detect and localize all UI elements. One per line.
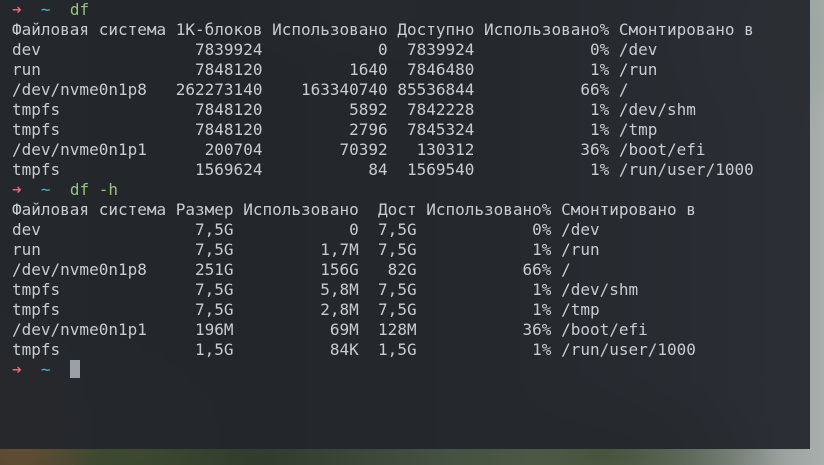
output-row: tmpfs 1,5G 84K 1,5G 1% /run/user/1000 (12, 340, 696, 359)
output-header: Файловая система 1К-блоков Использовано … (12, 20, 754, 39)
prompt-cwd: ~ (40, 360, 51, 379)
output-row: tmpfs 7,5G 2,8M 7,5G 1% /tmp (12, 300, 600, 319)
command-text: df (69, 0, 90, 19)
prompt-cwd: ~ (40, 180, 51, 199)
output-row: /dev/nvme0n1p8 262273140 163340740 85536… (12, 80, 629, 99)
prompt-arrow-icon: ➜ (12, 360, 22, 379)
output-row: /dev/nvme0n1p1 200704 70392 130312 36% /… (12, 140, 706, 159)
prompt-cwd: ~ (40, 0, 51, 19)
output-row: tmpfs 7848120 2796 7845324 1% /tmp (12, 120, 658, 139)
prompt-arrow-icon: ➜ (12, 0, 22, 19)
output-row: run 7848120 1640 7846480 1% /run (12, 60, 658, 79)
output-row: dev 7839924 0 7839924 0% /dev (12, 40, 658, 59)
text-cursor[interactable] (69, 360, 80, 378)
output-row: dev 7,5G 0 7,5G 0% /dev (12, 220, 600, 239)
output-row: tmpfs 7848120 5892 7842228 1% /dev/shm (12, 100, 696, 119)
output-row: tmpfs 7,5G 5,8M 7,5G 1% /dev/shm (12, 280, 639, 299)
prompt-line: ➜ ~ df -h (12, 180, 810, 200)
output-row: /dev/nvme0n1p1 196M 69M 128M 36% /boot/e… (12, 320, 648, 339)
prompt-arrow-icon: ➜ (12, 180, 22, 199)
prompt-line: ➜ ~ df (12, 0, 810, 20)
output-row: tmpfs 1569624 84 1569540 1% /run/user/10… (12, 160, 754, 179)
command-text: df -h (69, 180, 118, 199)
output-header: Файловая система Размер Использовано Дос… (12, 200, 696, 219)
output-row: /dev/nvme0n1p8 251G 156G 82G 66% / (12, 260, 571, 279)
output-row: run 7,5G 1,7M 7,5G 1% /run (12, 240, 600, 259)
active-prompt-line[interactable]: ➜ ~ (12, 360, 810, 380)
terminal-window[interactable]: ➜ ~ df Файловая система 1К-блоков Исполь… (0, 0, 810, 449)
